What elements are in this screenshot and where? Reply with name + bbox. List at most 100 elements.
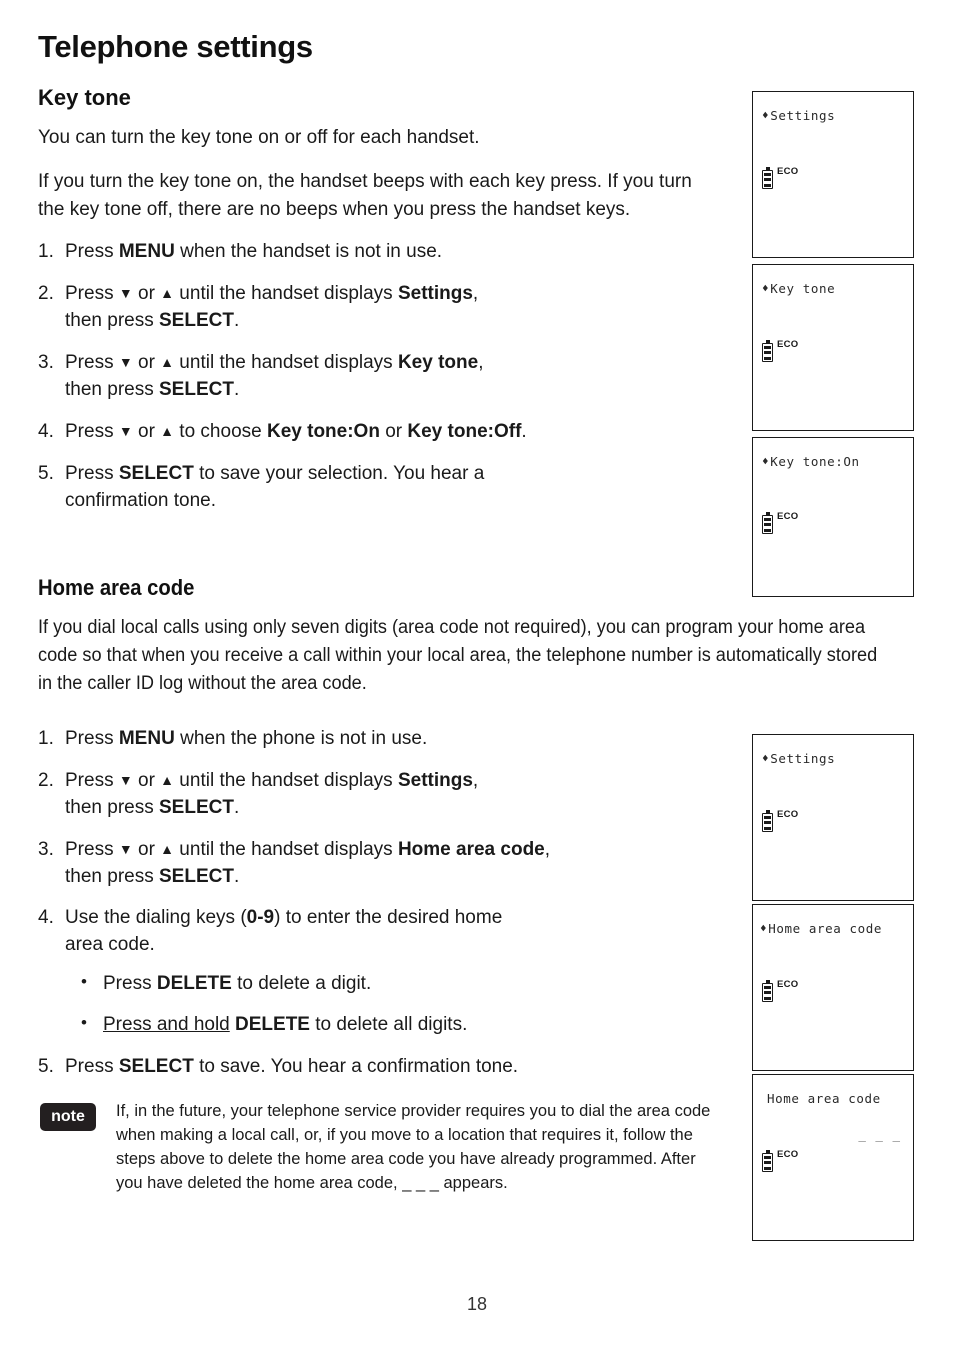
step-item: 2. Press ▼ or ▲ until the handset displa…	[38, 281, 718, 335]
lcd-title-line: Home area code	[766, 1091, 881, 1106]
battery-icon	[762, 512, 773, 534]
sub-bullet-text: Press DELETE to delete a digit.	[103, 973, 372, 995]
handset-screen-key-tone: ♦ Key tone ECO	[752, 264, 914, 431]
step-text: Use the dialing keys (0-9) to enter the …	[65, 907, 503, 956]
sub-bullet-text: Press and hold DELETE to delete all digi…	[103, 1014, 468, 1035]
content-column: Telephone settings Key tone You can turn…	[38, 29, 877, 1096]
step-text: Press ▼ or ▲ to choose Key tone:On or Ke…	[65, 421, 527, 443]
step-item: 2. Press ▼ or ▲ until the handset displa…	[38, 768, 718, 822]
battery-icon	[762, 980, 773, 1002]
handset-screen-key-tone-on: ♦ Key tone:On ECO	[752, 437, 914, 597]
eco-label: ECO	[777, 166, 799, 177]
step-number: 4.	[38, 907, 54, 929]
down-arrow-icon: ▼	[118, 354, 133, 371]
lcd-title-line: ♦ Key tone	[762, 281, 835, 296]
lcd-title-text: Home area code	[767, 1091, 881, 1106]
handset-screen-settings-2: ♦ Settings ECO	[752, 734, 914, 901]
eco-label: ECO	[777, 809, 799, 820]
up-arrow-icon: ▲	[160, 285, 175, 302]
step-number: 3.	[38, 838, 54, 860]
updown-diamond-icon: ♦	[762, 282, 770, 295]
lcd-empty-digits: _ _ _	[858, 1127, 901, 1142]
updown-diamond-icon: ♦	[762, 109, 770, 122]
step-number: 4.	[38, 421, 54, 443]
step-item: 5. Press SELECT to save. You hear a conf…	[38, 1054, 718, 1081]
lcd-title-line: ♦ Home area code	[760, 921, 882, 936]
bullet-icon: •	[81, 972, 87, 992]
lcd-title-text: Settings	[770, 108, 836, 123]
battery-icon	[762, 810, 773, 832]
step-text: Press MENU when the handset is not in us…	[65, 241, 443, 263]
lcd-status-row: ECO	[762, 809, 799, 832]
step-number: 5.	[38, 1055, 54, 1077]
handset-screen-home-area-code-empty: Home area code _ _ _ ECO	[752, 1074, 914, 1241]
note-badge: note	[40, 1103, 96, 1131]
bullet-icon: •	[81, 1013, 87, 1032]
lcd-title-line: ♦ Key tone:On	[762, 454, 860, 469]
step-number: 1.	[38, 727, 54, 749]
lcd-title-line: ♦ Settings	[762, 108, 835, 123]
home-area-code-sub-bullets: • Press DELETE to delete a digit. • Pres…	[65, 971, 718, 1038]
up-arrow-icon: ▲	[160, 423, 175, 440]
page-number: 18	[466, 1294, 488, 1314]
lcd-title-text: Home area code	[768, 921, 882, 936]
manual-page: Telephone settings Key tone You can turn…	[0, 0, 954, 1354]
down-arrow-icon: ▼	[118, 423, 133, 440]
up-arrow-icon: ▲	[160, 840, 175, 857]
eco-label: ECO	[777, 511, 799, 522]
updown-diamond-icon: ♦	[762, 752, 770, 765]
step-item: 1. Press MENU when the handset is not in…	[38, 239, 718, 266]
sub-bullet-item: • Press and hold DELETE to delete all di…	[65, 1012, 718, 1039]
home-area-code-paragraph-1: If you dial local calls using only seven…	[38, 617, 878, 694]
step-number: 1.	[38, 241, 54, 263]
home-area-code-steps: 1. Press MENU when the phone is not in u…	[38, 726, 718, 1081]
step-item: 5. Press SELECT to save your selection. …	[38, 461, 718, 515]
page-title: Telephone settings	[38, 29, 313, 64]
battery-icon	[762, 167, 773, 189]
battery-icon	[762, 340, 773, 362]
down-arrow-icon: ▼	[118, 285, 133, 302]
step-item: 3. Press ▼ or ▲ until the handset displa…	[38, 837, 718, 891]
key-tone-paragraph-2: If you turn the key tone on, the handset…	[38, 171, 692, 220]
note-text: If, in the future, your telephone servic…	[116, 1102, 711, 1192]
lcd-status-row: ECO	[762, 1149, 799, 1172]
step-text: Press ▼ or ▲ until the handset displays …	[65, 352, 484, 401]
section-heading-key-tone: Key tone	[38, 85, 131, 111]
down-arrow-icon: ▼	[118, 771, 133, 788]
step-item: 4. Press ▼ or ▲ to choose Key tone:On or…	[38, 419, 718, 446]
sub-bullet-item: • Press DELETE to delete a digit.	[65, 971, 718, 998]
eco-label: ECO	[777, 979, 799, 990]
down-arrow-icon: ▼	[118, 840, 133, 857]
up-arrow-icon: ▲	[160, 354, 175, 371]
step-number: 2.	[38, 769, 54, 791]
eco-label: ECO	[777, 339, 799, 350]
note-block: note If, in the future, your telephone s…	[40, 1100, 720, 1196]
step-text: Press SELECT to save. You hear a confirm…	[65, 1055, 519, 1077]
lcd-status-row: ECO	[762, 339, 799, 362]
lcd-status-row: ECO	[762, 511, 799, 534]
key-tone-paragraph-1: You can turn the key tone on or off for …	[38, 127, 480, 149]
key-tone-steps: 1. Press MENU when the handset is not in…	[38, 239, 718, 515]
lcd-status-row: ECO	[762, 979, 799, 1002]
up-arrow-icon: ▲	[160, 771, 175, 788]
battery-icon	[762, 1150, 773, 1172]
updown-diamond-icon: ♦	[762, 455, 770, 468]
lcd-title-line: ♦ Settings	[762, 751, 835, 766]
step-item: 3. Press ▼ or ▲ until the handset displa…	[38, 350, 718, 404]
step-number: 2.	[38, 283, 54, 305]
step-text: Press ▼ or ▲ until the handset displays …	[65, 769, 479, 818]
lcd-status-row: ECO	[762, 166, 799, 189]
lcd-title-text: Settings	[770, 751, 836, 766]
step-item: 1. Press MENU when the phone is not in u…	[38, 726, 718, 753]
step-item: 4. Use the dialing keys (0-9) to enter t…	[38, 905, 718, 1038]
lcd-title-text: Key tone:On	[770, 454, 860, 469]
step-text: Press MENU when the phone is not in use.	[65, 727, 428, 749]
step-number: 3.	[38, 352, 54, 374]
step-text: Press ▼ or ▲ until the handset displays …	[65, 838, 551, 887]
section-heading-home-area-code: Home area code	[38, 575, 195, 601]
updown-diamond-icon: ♦	[760, 922, 768, 935]
eco-label: ECO	[777, 1149, 799, 1160]
handset-screen-home-area-code: ♦ Home area code ECO	[752, 904, 914, 1071]
step-text: Press ▼ or ▲ until the handset displays …	[65, 283, 479, 332]
lcd-title-text: Key tone	[770, 281, 836, 296]
